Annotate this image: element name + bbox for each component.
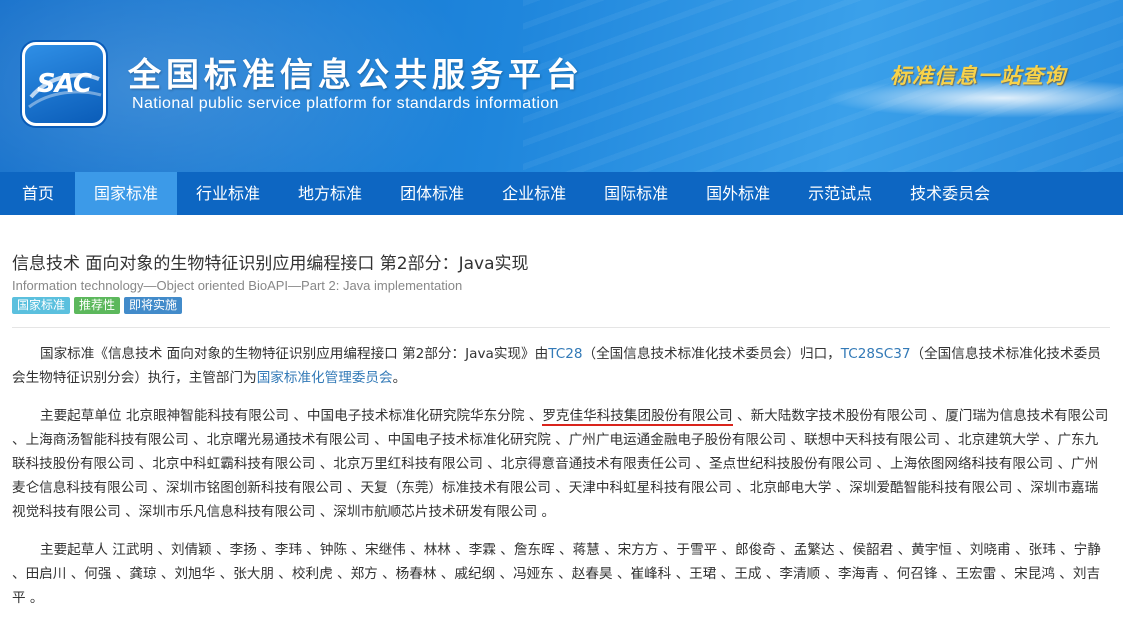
nav-foreign-standards[interactable]: 国外标准 (687, 172, 789, 215)
highlighted-company: 罗克佳华科技集团股份有限公司 (542, 408, 733, 426)
nav-group-standards[interactable]: 团体标准 (381, 172, 483, 215)
intro-text-1: 国家标准《信息技术 面向对象的生物特征识别应用编程接口 第2部分：Java实现》… (40, 346, 549, 362)
sac-logo[interactable]: SAC (22, 42, 106, 126)
main-nav: 首页 国家标准 行业标准 地方标准 团体标准 企业标准 国际标准 国外标准 示范… (0, 172, 1123, 215)
tc28sc37-link[interactable]: TC28SC37 (841, 346, 911, 362)
nav-national-standards[interactable]: 国家标准 (75, 172, 178, 215)
badge-upcoming: 即将实施 (124, 297, 183, 314)
nav-home[interactable]: 首页 (0, 172, 75, 215)
badge-national: 国家标准 (12, 297, 71, 314)
nav-industry-standards[interactable]: 行业标准 (177, 172, 279, 215)
badge-recommended: 推荐性 (74, 297, 121, 314)
intro-text-2: （全国信息技术标准化技术委员会）归口， (582, 346, 841, 362)
site-banner: SAC 全国标准信息公共服务平台 National public service… (0, 0, 1123, 172)
intro-paragraph: 国家标准《信息技术 面向对象的生物特征识别应用编程接口 第2部分：Java实现》… (12, 342, 1109, 390)
site-title: 全国标准信息公共服务平台 (128, 55, 584, 94)
site-subtitle: National public service platform for sta… (132, 95, 559, 112)
drafting-units-paragraph: 主要起草单位 北京眼神智能科技有限公司 、中国电子技术标准化研究院华东分院 、罗… (12, 404, 1109, 524)
main-content: 信息技术 面向对象的生物特征识别应用编程接口 第2部分：Java实现 Infor… (0, 215, 1123, 610)
nav-local-standards[interactable]: 地方标准 (279, 172, 381, 215)
logo-text: SAC (36, 69, 92, 99)
drafters-paragraph: 主要起草人 江武明 、刘倩颖 、李扬 、李玮 、钟陈 、宋继伟 、林林 、李霖 … (12, 542, 1101, 606)
intro-text-4: 。 (392, 370, 407, 386)
standard-title: 信息技术 面向对象的生物特征识别应用编程接口 第2部分：Java实现 (12, 254, 529, 274)
standard-title-en: Information technology—Object oriented B… (12, 278, 463, 293)
divider (12, 327, 1110, 328)
badge-row: 国家标准 推荐性 即将实施 (12, 297, 1109, 314)
slogan: 标准信息一站查询 (890, 63, 1066, 88)
department-link[interactable]: 国家标准化管理委员会 (257, 370, 393, 386)
nav-international-standards[interactable]: 国际标准 (585, 172, 687, 215)
tc28-link[interactable]: TC28 (548, 346, 582, 362)
drafting-units-lead: 主要起草单位 北京眼神智能科技有限公司 、中国电子技术标准化研究院华东分院 、 (40, 408, 543, 424)
nav-technical-committees[interactable]: 技术委员会 (891, 172, 1009, 215)
nav-pilot-demos[interactable]: 示范试点 (789, 172, 891, 215)
nav-enterprise-standards[interactable]: 企业标准 (483, 172, 585, 215)
